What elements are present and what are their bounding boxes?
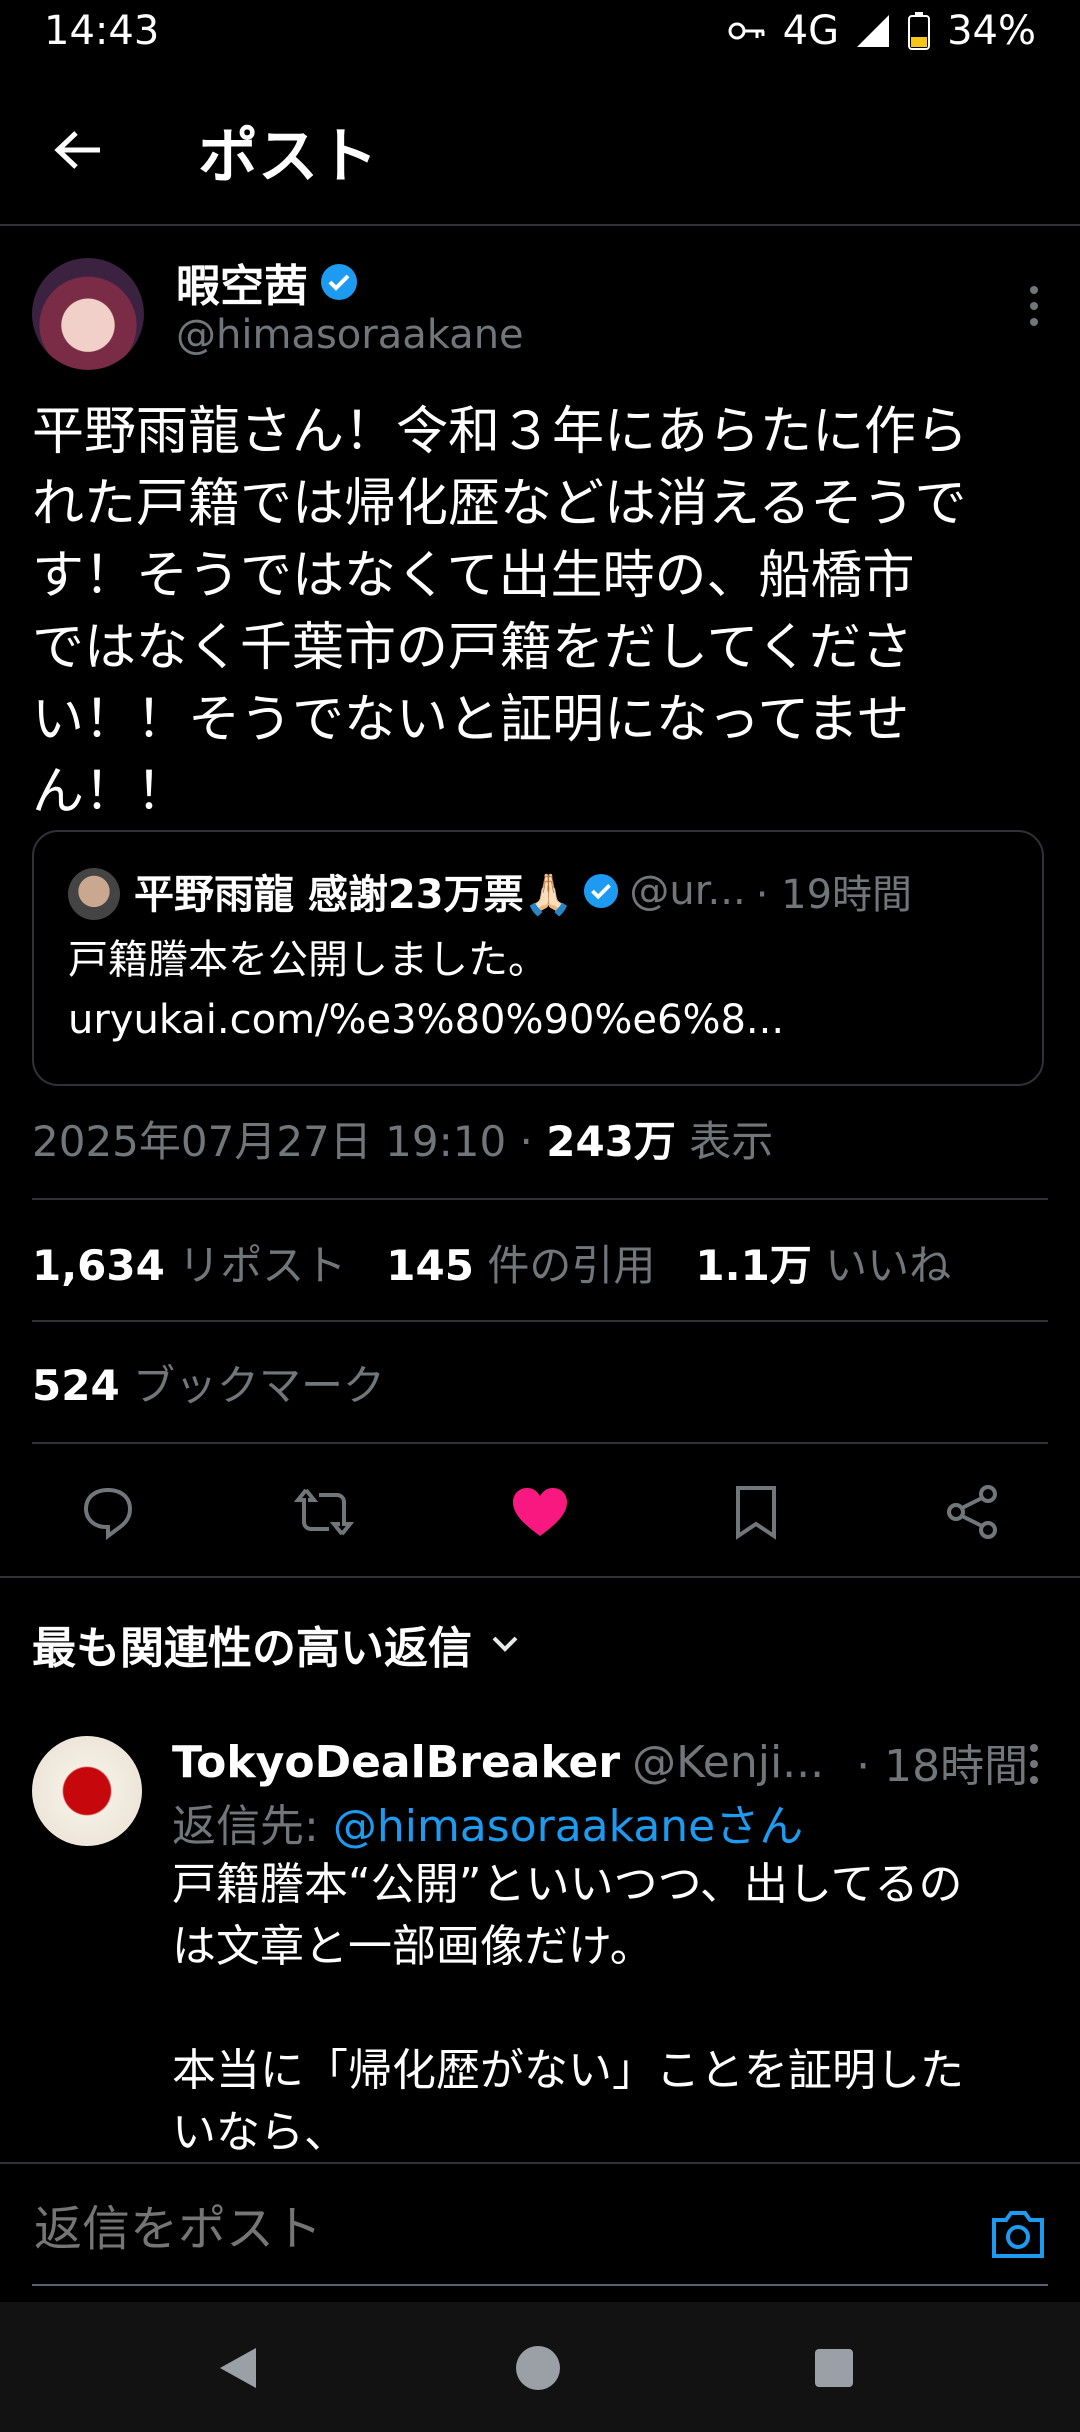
nav-recents-icon [815, 2349, 853, 2387]
views-label: 表示 [689, 1117, 774, 1166]
post-meta: 2025年07月27日 19:10 · 243万 表示 [32, 1108, 773, 1169]
reply-input[interactable] [32, 2200, 936, 2258]
nav-home-icon [516, 2346, 560, 2390]
battery-percent: 34% [947, 8, 1036, 54]
bookmark-icon [736, 1486, 776, 1540]
key-icon [728, 22, 765, 40]
quoted-post[interactable]: 平野雨龍 感謝23万票🙏🏻 @ur... · 19時間 戸籍謄本を公開しました。… [32, 830, 1044, 1086]
replies-sort-dropdown[interactable]: 最も関連性の高い返信 [32, 1612, 520, 1676]
divider [32, 1442, 1048, 1444]
nav-home-button[interactable] [508, 2338, 568, 2398]
divider [32, 1198, 1048, 1200]
quotes-stat[interactable]: 145 件の引用 [386, 1241, 655, 1290]
quote-body: 戸籍謄本を公開しました。 uryukai.com/%e3%80%90%e6%8.… [68, 930, 1028, 1050]
bookmarks-stat[interactable]: 524 ブックマーク [32, 1352, 385, 1413]
reposts-count: 1,634 [32, 1241, 165, 1290]
signal-icon [857, 15, 890, 47]
bookmark-button[interactable] [720, 1476, 792, 1548]
post-timestamp: 2025年07月27日 19:10 · [32, 1117, 533, 1166]
divider [0, 224, 1080, 226]
reply-time: · 18時間 [856, 1741, 1029, 1792]
verified-icon [321, 264, 357, 300]
likes-stat[interactable]: 1.1万 いいね [695, 1241, 951, 1290]
back-arrow-icon [54, 131, 100, 169]
author-handle[interactable]: @himasoraakane [176, 312, 524, 358]
reply-to-line: 返信先: @himasoraakaneさん [172, 1790, 803, 1854]
quote-header: 平野雨龍 感謝23万票🙏🏻 @ur... · 19時間 [134, 862, 912, 920]
network-label: 4G [782, 8, 840, 54]
more-icon[interactable] [1016, 1740, 1052, 1788]
nav-back-icon [220, 2348, 256, 2388]
post-text: 平野雨龍さん！令和３年にあらたに作ら れた戸籍では帰化歴などは消えるそうで す！… [32, 402, 969, 822]
nav-recents-button[interactable] [804, 2338, 864, 2398]
like-button[interactable] [504, 1476, 576, 1548]
quotes-label: 件の引用 [487, 1241, 656, 1290]
more-icon[interactable] [1016, 282, 1052, 330]
likes-label: いいね [825, 1241, 952, 1290]
battery-icon [908, 12, 931, 50]
reply-text: 戸籍謄本“公開”といいつつ、出してるの は文章と一部画像だけ。 本当に「帰化歴が… [172, 1859, 964, 2158]
reposts-stat[interactable]: 1,634 リポスト [32, 1241, 346, 1290]
page-title: ポスト [198, 122, 378, 192]
reply-avatar[interactable] [32, 1736, 142, 1846]
repost-icon [294, 1488, 354, 1536]
divider [0, 1576, 1080, 1578]
status-time: 14:43 [44, 8, 160, 54]
engagement-stats: 1,634 リポスト 145 件の引用 1.1万 いいね [32, 1232, 951, 1293]
compose-underline [32, 2284, 1048, 2286]
quote-handle: @ur... [629, 868, 746, 914]
nav-back-button[interactable] [208, 2338, 268, 2398]
verified-icon [584, 873, 619, 909]
quote-avatar [68, 868, 120, 920]
quotes-count: 145 [386, 1241, 474, 1290]
back-button[interactable] [46, 118, 110, 182]
camera-icon[interactable] [988, 2204, 1048, 2264]
likes-count: 1.1万 [695, 1241, 812, 1290]
quote-author-name: 平野雨龍 感謝23万票🙏🏻 [134, 872, 574, 918]
bookmarks-count: 524 [32, 1361, 120, 1410]
reply-handle[interactable]: @Kenji... [632, 1737, 824, 1788]
like-icon [513, 1488, 567, 1536]
reply-icon [83, 1487, 133, 1540]
reposts-label: リポスト [178, 1241, 347, 1290]
share-button[interactable] [936, 1476, 1008, 1548]
chevron-down-icon [492, 1636, 518, 1652]
author-avatar[interactable] [32, 258, 144, 370]
bookmarks-label: ブックマーク [133, 1361, 386, 1410]
share-icon [947, 1485, 997, 1539]
status-icons: 4G 34% [727, 8, 1036, 54]
reply-to-prefix: 返信先: [172, 1801, 319, 1852]
replies-sort-label: 最も関連性の高い返信 [32, 1623, 472, 1674]
views-count: 243万 [546, 1117, 676, 1166]
repost-button[interactable] [288, 1476, 360, 1548]
quote-link[interactable]: uryukai.com/%e3%80%90%e6%8... [68, 990, 1028, 1050]
compose-bar [0, 2162, 1080, 2304]
quote-time: · 19時間 [755, 872, 913, 918]
divider [32, 1320, 1048, 1322]
author-name: 暇空茜 [176, 261, 308, 312]
system-nav-bar [0, 2302, 1080, 2432]
reply-header: TokyoDealBreaker @Kenji... · 18時間 [172, 1730, 1028, 1794]
reply-button[interactable] [72, 1476, 144, 1548]
author-name-row[interactable]: 暇空茜 [176, 250, 358, 314]
reply-to-handle[interactable]: @himasoraakaneさん [333, 1801, 803, 1852]
quote-text: 戸籍謄本を公開しました。 [68, 937, 548, 983]
reply-author-name[interactable]: TokyoDealBreaker [172, 1737, 620, 1788]
